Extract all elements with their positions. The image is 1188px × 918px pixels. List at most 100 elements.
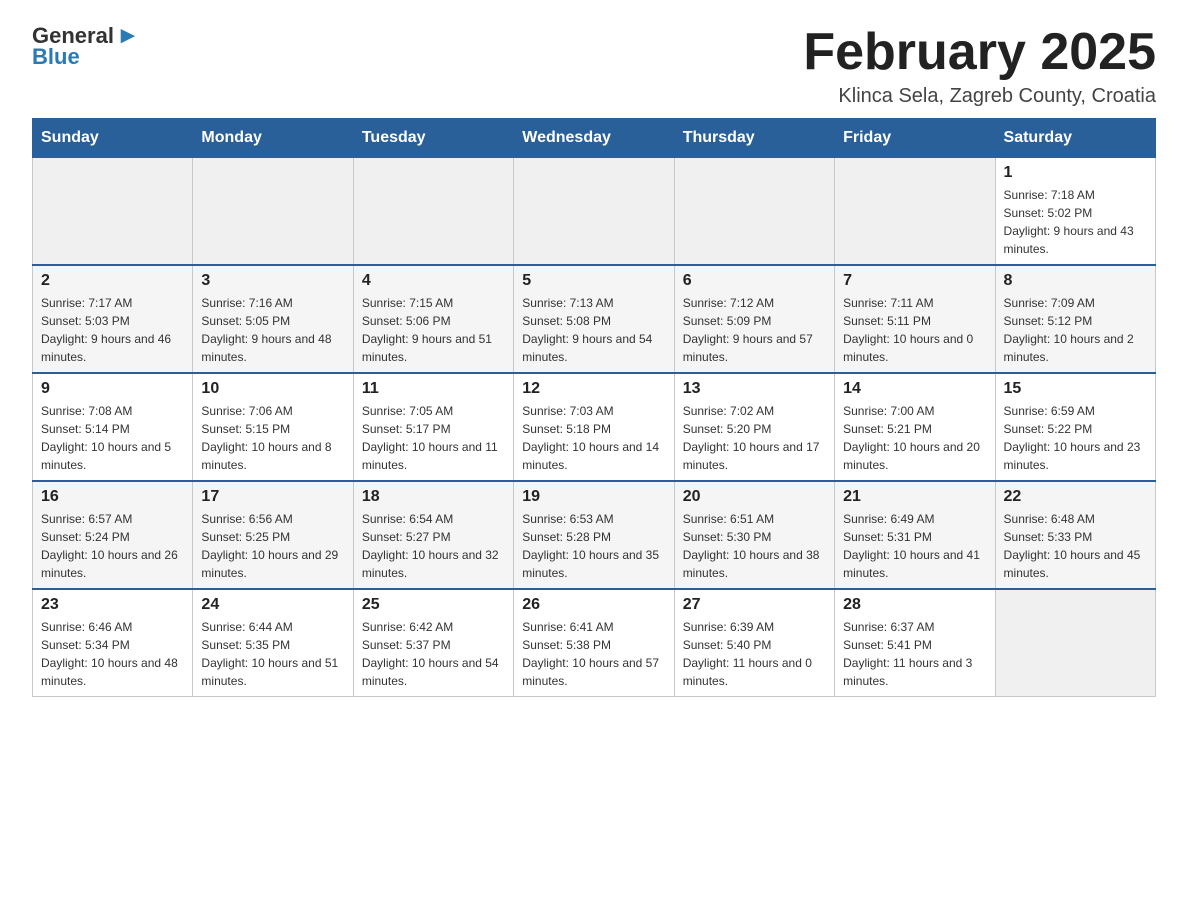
calendar-cell: 16 Sunrise: 6:57 AMSunset: 5:24 PMDayligh…: [33, 481, 193, 589]
day-info: Sunrise: 6:57 AMSunset: 5:24 PMDaylight:…: [41, 510, 184, 582]
calendar-cell: 14 Sunrise: 7:00 AMSunset: 5:21 PMDayligh…: [835, 373, 995, 481]
calendar-cell: 21 Sunrise: 6:49 AMSunset: 5:31 PMDayligh…: [835, 481, 995, 589]
calendar-cell: [33, 158, 193, 266]
day-info: Sunrise: 6:48 AMSunset: 5:33 PMDaylight:…: [1004, 510, 1147, 582]
calendar-cell: 5 Sunrise: 7:13 AMSunset: 5:08 PMDaylight…: [514, 265, 674, 373]
day-number: 6: [683, 272, 826, 290]
day-number: 2: [41, 272, 184, 290]
day-info: Sunrise: 7:16 AMSunset: 5:05 PMDaylight:…: [201, 294, 344, 366]
calendar-cell: [674, 158, 834, 266]
logo-blue-text: Blue: [32, 44, 80, 70]
calendar-cell: 22 Sunrise: 6:48 AMSunset: 5:33 PMDayligh…: [995, 481, 1155, 589]
calendar-cell: 23 Sunrise: 6:46 AMSunset: 5:34 PMDayligh…: [33, 589, 193, 697]
day-info: Sunrise: 7:17 AMSunset: 5:03 PMDaylight:…: [41, 294, 184, 366]
day-number: 13: [683, 380, 826, 398]
day-info: Sunrise: 7:02 AMSunset: 5:20 PMDaylight:…: [683, 402, 826, 474]
calendar-cell: 15 Sunrise: 6:59 AMSunset: 5:22 PMDayligh…: [995, 373, 1155, 481]
calendar-cell: 1 Sunrise: 7:18 AMSunset: 5:02 PMDaylight…: [995, 158, 1155, 266]
day-number: 28: [843, 596, 986, 614]
day-info: Sunrise: 6:46 AMSunset: 5:34 PMDaylight:…: [41, 618, 184, 690]
day-number: 18: [362, 488, 505, 506]
day-info: Sunrise: 6:51 AMSunset: 5:30 PMDaylight:…: [683, 510, 826, 582]
calendar-cell: 20 Sunrise: 6:51 AMSunset: 5:30 PMDayligh…: [674, 481, 834, 589]
day-info: Sunrise: 7:13 AMSunset: 5:08 PMDaylight:…: [522, 294, 665, 366]
day-info: Sunrise: 7:11 AMSunset: 5:11 PMDaylight:…: [843, 294, 986, 366]
calendar-cell: [193, 158, 353, 266]
day-number: 11: [362, 380, 505, 398]
day-number: 15: [1004, 380, 1147, 398]
day-number: 20: [683, 488, 826, 506]
day-info: Sunrise: 6:53 AMSunset: 5:28 PMDaylight:…: [522, 510, 665, 582]
day-of-week-header: Friday: [835, 119, 995, 158]
logo-arrow-icon: ►: [116, 24, 140, 48]
day-info: Sunrise: 6:37 AMSunset: 5:41 PMDaylight:…: [843, 618, 986, 690]
calendar-week-row: 1 Sunrise: 7:18 AMSunset: 5:02 PMDaylight…: [33, 158, 1156, 266]
calendar-cell: 12Sunrise: 7:03 AMSunset: 5:18 PMDayligh…: [514, 373, 674, 481]
day-info: Sunrise: 6:44 AMSunset: 5:35 PMDaylight:…: [201, 618, 344, 690]
calendar-cell: 28 Sunrise: 6:37 AMSunset: 5:41 PMDayligh…: [835, 589, 995, 697]
day-number: 24: [201, 596, 344, 614]
day-info: Sunrise: 6:42 AMSunset: 5:37 PMDaylight:…: [362, 618, 505, 690]
day-of-week-header: Wednesday: [514, 119, 674, 158]
day-info: Sunrise: 6:54 AMSunset: 5:27 PMDaylight:…: [362, 510, 505, 582]
day-number: 19: [522, 488, 665, 506]
calendar-cell: 6Sunrise: 7:12 AMSunset: 5:09 PMDaylight…: [674, 265, 834, 373]
calendar-cell: 11 Sunrise: 7:05 AMSunset: 5:17 PMDayligh…: [353, 373, 513, 481]
day-info: Sunrise: 7:00 AMSunset: 5:21 PMDaylight:…: [843, 402, 986, 474]
day-info: Sunrise: 6:59 AMSunset: 5:22 PMDaylight:…: [1004, 402, 1147, 474]
day-info: Sunrise: 7:03 AMSunset: 5:18 PMDaylight:…: [522, 402, 665, 474]
day-number: 3: [201, 272, 344, 290]
calendar-table: SundayMondayTuesdayWednesdayThursdayFrid…: [32, 118, 1156, 697]
calendar-cell: 7 Sunrise: 7:11 AMSunset: 5:11 PMDaylight…: [835, 265, 995, 373]
calendar-cell: 27 Sunrise: 6:39 AMSunset: 5:40 PMDayligh…: [674, 589, 834, 697]
calendar-cell: 18 Sunrise: 6:54 AMSunset: 5:27 PMDayligh…: [353, 481, 513, 589]
day-number: 16: [41, 488, 184, 506]
day-info: Sunrise: 7:09 AMSunset: 5:12 PMDaylight:…: [1004, 294, 1147, 366]
calendar-week-row: 9 Sunrise: 7:08 AMSunset: 5:14 PMDaylight…: [33, 373, 1156, 481]
day-number: 4: [362, 272, 505, 290]
day-number: 10: [201, 380, 344, 398]
calendar-cell: 13 Sunrise: 7:02 AMSunset: 5:20 PMDayligh…: [674, 373, 834, 481]
day-number: 26: [522, 596, 665, 614]
location-text: Klinca Sela, Zagreb County, Croatia: [803, 85, 1156, 108]
day-info: Sunrise: 6:39 AMSunset: 5:40 PMDaylight:…: [683, 618, 826, 690]
day-number: 21: [843, 488, 986, 506]
day-info: Sunrise: 6:41 AMSunset: 5:38 PMDaylight:…: [522, 618, 665, 690]
day-info: Sunrise: 7:06 AMSunset: 5:15 PMDaylight:…: [201, 402, 344, 474]
calendar-cell: [353, 158, 513, 266]
day-of-week-header: Saturday: [995, 119, 1155, 158]
calendar-cell: [514, 158, 674, 266]
title-block: February 2025 Klinca Sela, Zagreb County…: [803, 24, 1156, 108]
day-number: 7: [843, 272, 986, 290]
calendar-week-row: 16 Sunrise: 6:57 AMSunset: 5:24 PMDayligh…: [33, 481, 1156, 589]
calendar-cell: 4 Sunrise: 7:15 AMSunset: 5:06 PMDaylight…: [353, 265, 513, 373]
day-number: 14: [843, 380, 986, 398]
day-number: 8: [1004, 272, 1147, 290]
day-info: Sunrise: 7:08 AMSunset: 5:14 PMDaylight:…: [41, 402, 184, 474]
day-of-week-header: Tuesday: [353, 119, 513, 158]
calendar-cell: [995, 589, 1155, 697]
day-number: 23: [41, 596, 184, 614]
calendar-cell: 2 Sunrise: 7:17 AMSunset: 5:03 PMDaylight…: [33, 265, 193, 373]
day-info: Sunrise: 7:18 AMSunset: 5:02 PMDaylight:…: [1004, 186, 1147, 258]
day-number: 27: [683, 596, 826, 614]
day-number: 9: [41, 380, 184, 398]
day-info: Sunrise: 6:49 AMSunset: 5:31 PMDaylight:…: [843, 510, 986, 582]
day-number: 1: [1004, 164, 1147, 182]
day-number: 22: [1004, 488, 1147, 506]
day-number: 5: [522, 272, 665, 290]
logo: General ► Blue: [32, 24, 140, 70]
calendar-week-row: 23 Sunrise: 6:46 AMSunset: 5:34 PMDayligh…: [33, 589, 1156, 697]
day-of-week-header: Monday: [193, 119, 353, 158]
day-info: Sunrise: 7:15 AMSunset: 5:06 PMDaylight:…: [362, 294, 505, 366]
calendar-cell: 9 Sunrise: 7:08 AMSunset: 5:14 PMDaylight…: [33, 373, 193, 481]
calendar-header-row: SundayMondayTuesdayWednesdayThursdayFrid…: [33, 119, 1156, 158]
day-info: Sunrise: 7:05 AMSunset: 5:17 PMDaylight:…: [362, 402, 505, 474]
calendar-cell: 26 Sunrise: 6:41 AMSunset: 5:38 PMDayligh…: [514, 589, 674, 697]
calendar-cell: 17Sunrise: 6:56 AMSunset: 5:25 PMDayligh…: [193, 481, 353, 589]
calendar-week-row: 2 Sunrise: 7:17 AMSunset: 5:03 PMDaylight…: [33, 265, 1156, 373]
day-of-week-header: Sunday: [33, 119, 193, 158]
calendar-cell: [835, 158, 995, 266]
calendar-title: February 2025: [803, 24, 1156, 81]
calendar-cell: 10 Sunrise: 7:06 AMSunset: 5:15 PMDayligh…: [193, 373, 353, 481]
